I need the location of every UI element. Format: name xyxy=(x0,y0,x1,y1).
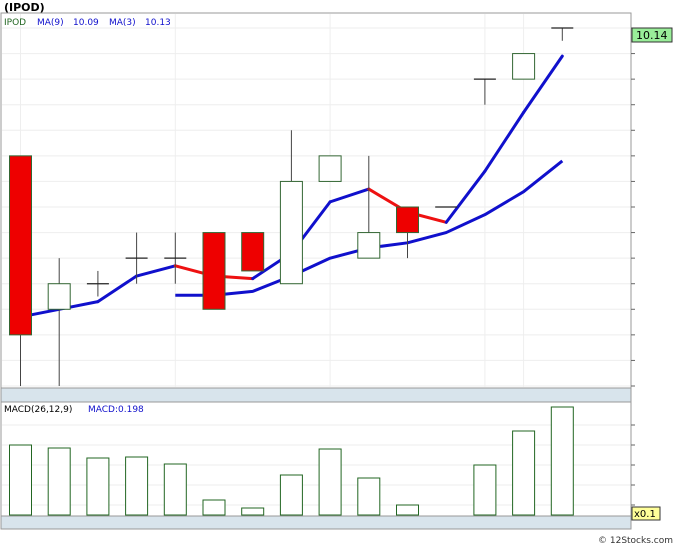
macd-bar xyxy=(47,447,71,516)
macd-bar xyxy=(512,430,536,516)
price-panel xyxy=(0,12,632,389)
macd-bar xyxy=(9,444,32,516)
last-price-label: 10.14 xyxy=(636,29,668,42)
macd-xaxis-band xyxy=(0,515,632,530)
price-xaxis-band xyxy=(0,387,632,403)
macd-bar xyxy=(550,406,574,516)
macd-bar xyxy=(279,474,303,516)
chart-canvas: 10.14 x0.1 (IPOD) IPOD MA(9) 10.09 MA(3)… xyxy=(0,0,680,546)
macd-panel xyxy=(0,401,632,517)
candle-body xyxy=(512,53,536,80)
macd-bar xyxy=(163,463,187,516)
macd-bar xyxy=(125,456,149,516)
watermark: © 12Stocks.com xyxy=(598,536,673,546)
macd-bar xyxy=(241,507,265,516)
macd-bar xyxy=(396,504,419,516)
legend-symbol: IPOD xyxy=(4,18,26,28)
candle-body xyxy=(202,232,226,310)
candle-body xyxy=(357,232,381,259)
macd-bar xyxy=(473,464,497,516)
candle-body xyxy=(318,155,342,182)
legend-ma9-value: 10.09 xyxy=(73,18,99,28)
legend-ma3-label: MA(3) xyxy=(109,18,136,28)
candle-body xyxy=(279,180,303,285)
legend-ma9-label: MA(9) xyxy=(37,18,64,28)
candle-body xyxy=(241,232,265,272)
macd-legend-params: MACD(26,12,9) xyxy=(4,405,72,415)
macd-bar xyxy=(86,457,110,516)
macd-bar xyxy=(357,477,381,516)
candle-body xyxy=(396,206,419,234)
macd-scale-label: x0.1 xyxy=(634,509,656,520)
candle-body xyxy=(9,155,32,336)
candle-body xyxy=(47,283,71,310)
legend-ma3-value: 10.13 xyxy=(145,18,171,28)
macd-legend-value: MACD:0.198 xyxy=(88,405,144,415)
chart-title: (IPOD) xyxy=(4,1,45,14)
macd-bar xyxy=(202,499,226,516)
macd-bar xyxy=(318,448,342,516)
